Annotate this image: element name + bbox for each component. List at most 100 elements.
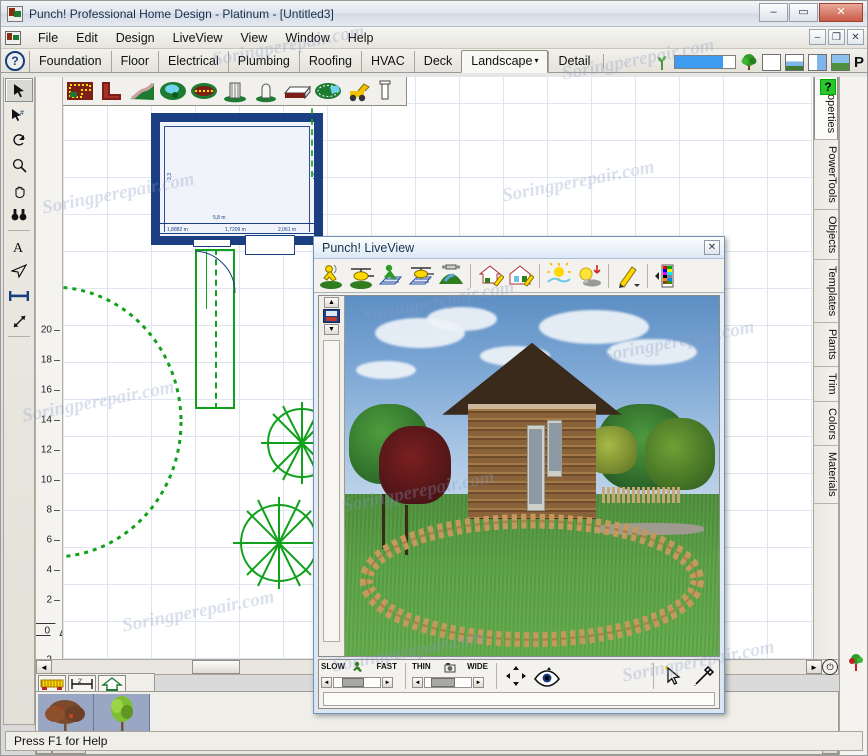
plant-palette-icon[interactable] xyxy=(847,653,865,671)
dimension-tool[interactable] xyxy=(5,284,33,308)
speed-slider[interactable]: SLOW FAST ◄ ► xyxy=(321,661,399,690)
pen-draw-icon[interactable] xyxy=(614,262,642,290)
zoom-slider[interactable] xyxy=(673,55,736,69)
eyedropper-icon[interactable] xyxy=(691,663,717,689)
garden-bed-icon[interactable] xyxy=(189,79,219,103)
fit-to-window-icon[interactable] xyxy=(503,663,529,689)
speed-increase-button[interactable]: ► xyxy=(382,677,393,688)
tab-landscape[interactable]: Landscape ▾ xyxy=(461,50,549,73)
satellite-view-icon[interactable] xyxy=(437,262,465,290)
elevation-up-button[interactable]: ▲ xyxy=(324,297,339,308)
binoculars-tool[interactable] xyxy=(5,203,33,227)
pan-hand-tool[interactable] xyxy=(5,178,33,202)
select-arrow-tool[interactable] xyxy=(5,78,33,102)
path-icon[interactable] xyxy=(127,79,157,103)
sidebar-item-powertools[interactable]: PowerTools xyxy=(814,140,838,210)
width-slider-row[interactable]: ◄ ► xyxy=(412,677,484,688)
tab-detail[interactable]: Detail xyxy=(548,51,599,72)
width-increase-button[interactable]: ► xyxy=(473,677,484,688)
elevation-thumb[interactable] xyxy=(323,309,340,323)
menu-help[interactable]: Help xyxy=(339,29,383,47)
sidebar-item-plants[interactable]: Plants xyxy=(814,323,838,368)
menu-edit[interactable]: Edit xyxy=(67,29,107,47)
elevation-track[interactable] xyxy=(323,340,340,642)
zoom-magnifier-tool[interactable] xyxy=(5,153,33,177)
house-footprint[interactable] xyxy=(151,113,323,245)
tab-electrical[interactable]: Electrical xyxy=(158,51,228,72)
lawn-region-icon[interactable] xyxy=(313,79,343,103)
tab-floor[interactable]: Floor xyxy=(110,51,158,72)
liveview-close-button[interactable]: ✕ xyxy=(704,240,720,255)
menu-liveview[interactable]: LiveView xyxy=(164,29,232,47)
person-on-plan-icon[interactable] xyxy=(377,262,405,290)
speed-slider-track[interactable] xyxy=(333,677,381,688)
bulb-light-icon[interactable] xyxy=(575,262,603,290)
sidebar-item-colors[interactable]: Colors xyxy=(814,402,838,447)
pointer-arrow-tool[interactable] xyxy=(5,259,33,283)
rotate-tool[interactable] xyxy=(5,128,33,152)
refresh-clock-icon[interactable]: ⏻ xyxy=(822,659,838,675)
menu-design[interactable]: Design xyxy=(107,29,164,47)
sidebar-item-materials[interactable]: Materials xyxy=(814,446,838,505)
context-help-button[interactable]: ? xyxy=(820,79,836,95)
doc-close-button[interactable]: ✕ xyxy=(847,29,864,45)
door-opening[interactable] xyxy=(193,239,231,247)
sun-light-icon[interactable] xyxy=(545,261,573,290)
tab-plumbing[interactable]: Plumbing xyxy=(227,51,299,72)
landscape-border-dashed[interactable] xyxy=(63,277,253,567)
eye-view-icon[interactable] xyxy=(532,663,562,689)
list-item[interactable] xyxy=(94,694,150,736)
speed-slider-row[interactable]: ◄ ► xyxy=(321,677,393,688)
width-slider-track[interactable] xyxy=(424,677,472,688)
tree-symbol[interactable] xyxy=(233,497,325,589)
doc-restore-button[interactable]: ❐ xyxy=(828,29,845,45)
tab-hvac[interactable]: HVAC xyxy=(360,51,414,72)
pond-icon[interactable] xyxy=(158,79,188,103)
tab-roofing[interactable]: Roofing xyxy=(298,51,361,72)
excavator-icon[interactable] xyxy=(344,79,374,103)
select-multiple-tool[interactable]: # xyxy=(5,103,33,127)
sidebar-item-templates[interactable]: Templates xyxy=(814,260,838,324)
lot-boundary-icon[interactable] xyxy=(65,79,95,103)
menu-view[interactable]: View xyxy=(231,29,276,47)
color-palette-icon[interactable] xyxy=(653,262,681,290)
view-plan-over-3d-button[interactable] xyxy=(784,53,804,71)
tree-icon[interactable] xyxy=(740,53,758,71)
measure-tool[interactable] xyxy=(5,309,33,333)
fountain-icon[interactable] xyxy=(220,79,250,103)
retaining-wall-icon[interactable] xyxy=(96,79,126,103)
plant-small-icon[interactable] xyxy=(654,54,670,71)
deck-block-icon[interactable] xyxy=(282,79,312,103)
width-slider-thumb[interactable] xyxy=(431,678,455,687)
elevation-slider[interactable]: ▲ ▼ xyxy=(319,296,345,656)
helicopter-flyover-icon[interactable] xyxy=(347,262,375,290)
liveview-render-area[interactable]: ▲ ▼ xyxy=(318,295,720,657)
walkthrough-person-icon[interactable] xyxy=(317,262,345,290)
speed-slider-thumb[interactable] xyxy=(342,678,364,687)
helicopter-on-plan-icon[interactable] xyxy=(407,262,435,290)
list-item[interactable] xyxy=(38,694,94,736)
menu-file[interactable]: File xyxy=(29,29,67,47)
elevation-down-button[interactable]: ▼ xyxy=(324,324,339,335)
dimension-callout-box[interactable] xyxy=(245,235,295,255)
scroll-thumb[interactable] xyxy=(192,660,240,674)
doc-minimize-button[interactable]: – xyxy=(809,29,826,45)
speed-decrease-button[interactable]: ◄ xyxy=(321,677,332,688)
view-grid-button[interactable] xyxy=(761,53,781,71)
menu-window[interactable]: Window xyxy=(276,29,338,47)
minimize-button[interactable]: – xyxy=(759,3,788,22)
width-slider[interactable]: THIN WIDE ◄ ► xyxy=(412,662,490,690)
scroll-right-arrow[interactable]: ► xyxy=(806,660,822,674)
select-cursor-icon[interactable] xyxy=(660,663,688,689)
tab-foundation[interactable]: Foundation xyxy=(29,51,111,72)
scroll-left-arrow[interactable]: ◄ xyxy=(36,660,52,674)
elevation-edit-icon[interactable] xyxy=(476,262,505,290)
view-split-button[interactable] xyxy=(807,53,827,71)
text-tool[interactable]: A xyxy=(5,234,33,258)
sidebar-item-objects[interactable]: Objects xyxy=(814,210,838,261)
width-decrease-button[interactable]: ◄ xyxy=(412,677,423,688)
tab-deck[interactable]: Deck xyxy=(413,51,461,72)
ruler-zero-marker[interactable]: 0 xyxy=(36,623,62,637)
help-icon[interactable]: ? xyxy=(5,51,25,71)
view-photo-button[interactable] xyxy=(830,53,850,71)
